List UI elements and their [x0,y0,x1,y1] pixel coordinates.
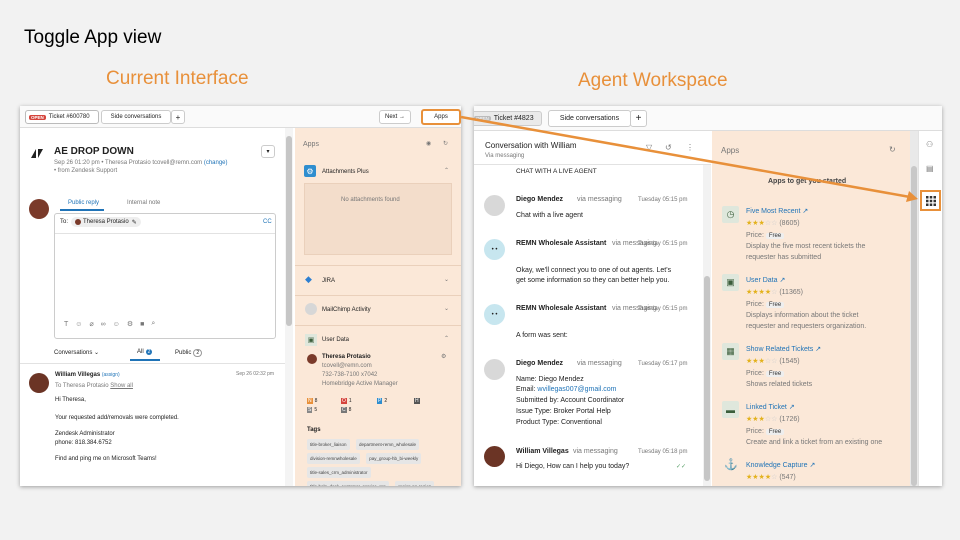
toggle-arrow [460,115,918,202]
